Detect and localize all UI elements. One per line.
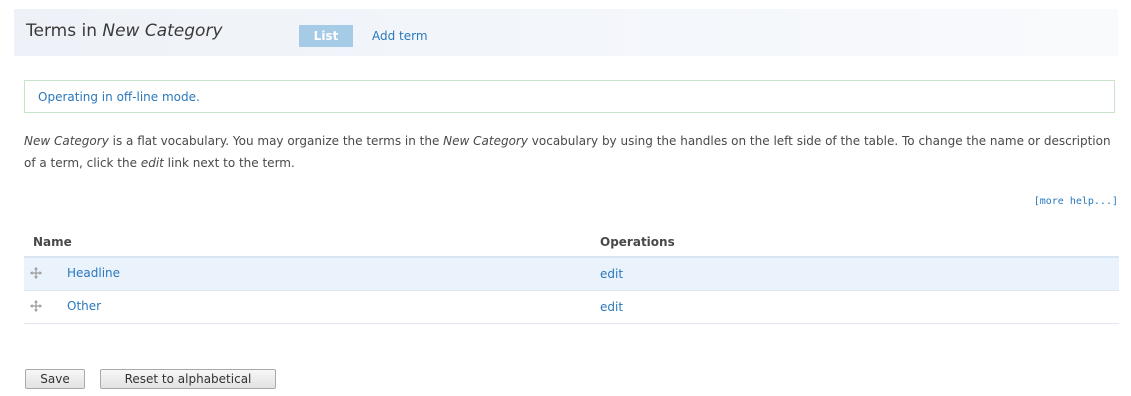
table-row: Headline edit: [24, 258, 1119, 291]
term-link-other[interactable]: Other: [67, 299, 101, 313]
page-title: Terms in New Category: [26, 21, 223, 41]
tab-list[interactable]: List: [299, 25, 353, 47]
term-link-headline[interactable]: Headline: [67, 266, 120, 280]
save-button[interactable]: Save: [25, 369, 85, 389]
status-message-box: Operating in off-line mode.: [24, 80, 1115, 113]
drag-handle-icon[interactable]: [30, 300, 42, 312]
tab-add-term[interactable]: Add term: [372, 29, 428, 43]
page: Terms in New Category List Add term Oper…: [0, 0, 1131, 396]
reset-alphabetical-button[interactable]: Reset to alphabetical: [100, 369, 276, 389]
status-message: Operating in off-line mode.: [38, 90, 200, 104]
page-title-category: New Category: [102, 21, 223, 41]
vocabulary-description: New Category is a flat vocabulary. You m…: [24, 130, 1114, 174]
drag-handle-icon[interactable]: [30, 267, 42, 279]
page-title-prefix: Terms in: [26, 21, 103, 41]
desc-text-3: link next to the term.: [163, 156, 295, 170]
column-header-name: Name: [33, 235, 72, 249]
edit-link[interactable]: edit: [600, 300, 623, 314]
table-row: Other edit: [24, 291, 1119, 324]
edit-link[interactable]: edit: [600, 267, 623, 281]
desc-category-name: New Category: [24, 134, 109, 148]
desc-edit-word: edit: [140, 156, 164, 170]
desc-text-1: is a flat vocabulary. You may organize t…: [108, 134, 444, 148]
column-header-operations: Operations: [600, 235, 675, 249]
more-help-link[interactable]: [more help...]: [1034, 196, 1118, 207]
table-header: Name Operations: [24, 228, 1119, 258]
terms-table: Name Operations Headline edit Other edit: [24, 228, 1119, 324]
page-header: Terms in New Category List Add term: [14, 9, 1118, 56]
desc-category-name-2: New Category: [443, 134, 528, 148]
